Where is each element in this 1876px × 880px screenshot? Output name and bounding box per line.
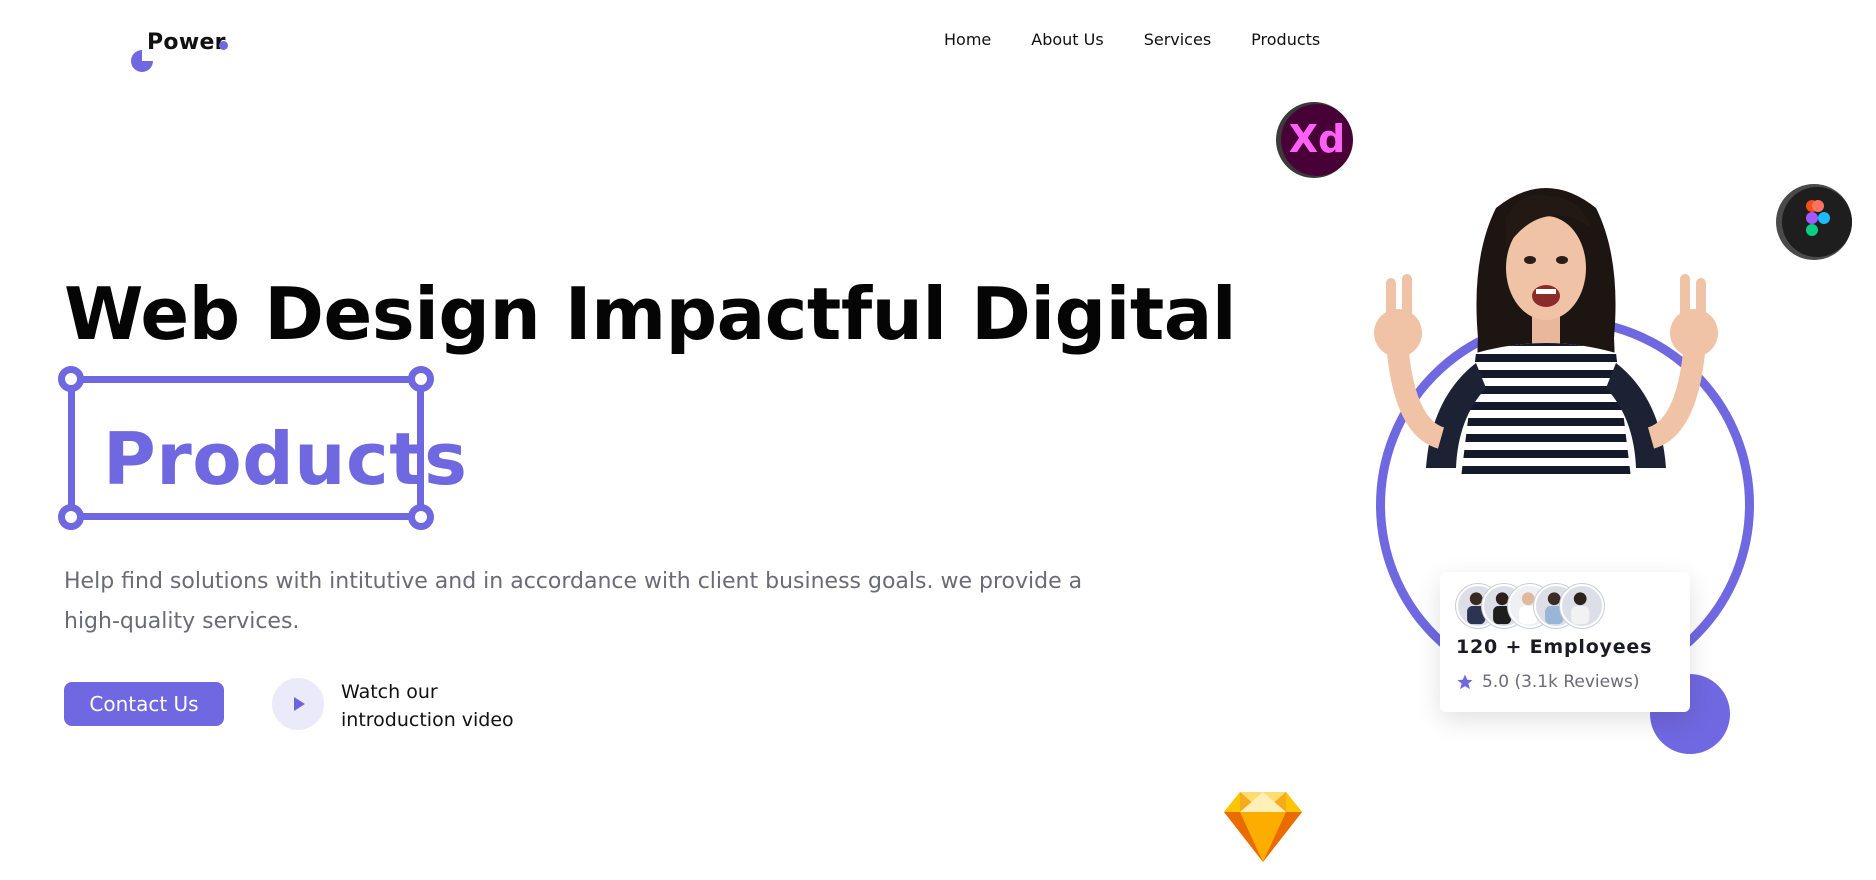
- frame-handle: [58, 366, 84, 392]
- nav-products[interactable]: Products: [1251, 30, 1320, 49]
- highlight-word: Products: [103, 417, 468, 501]
- nav-home[interactable]: Home: [944, 30, 991, 49]
- sketch-icon: [1224, 792, 1302, 862]
- adobe-xd-icon: Xd: [1276, 102, 1353, 178]
- avatar: [1560, 584, 1604, 628]
- highlight-frame: Products: [58, 366, 467, 530]
- nav-about-us[interactable]: About Us: [1031, 30, 1103, 49]
- frame-handle: [408, 366, 434, 392]
- svg-text:Xd: Xd: [1289, 117, 1346, 161]
- hero-description: Help find solutions with intitutive and …: [64, 569, 1083, 634]
- main-nav: Home About Us Services Products: [944, 30, 1360, 49]
- logo-dot: [219, 41, 228, 50]
- watch-line-1: Watch our: [341, 681, 438, 703]
- employees-count: 120 + Employees: [1456, 636, 1653, 658]
- watch-video-link[interactable]: Watch our introduction video: [341, 678, 514, 734]
- frame-handle: [58, 504, 84, 530]
- brand-name: Power: [147, 30, 226, 55]
- play-icon: [294, 697, 305, 711]
- woman-photo: [1374, 188, 1718, 478]
- watch-line-2: introduction video: [341, 709, 514, 731]
- frame-handle: [408, 504, 434, 530]
- employees-card: 120 + Employees 5.0 (3.1k Reviews): [1440, 572, 1690, 712]
- rating-text: 5.0 (3.1k Reviews): [1482, 672, 1640, 692]
- contact-us-button[interactable]: Contact Us: [64, 682, 224, 726]
- star-icon: [1457, 674, 1473, 690]
- avatar-group: [1456, 584, 1606, 628]
- logo[interactable]: Power: [131, 28, 241, 72]
- nav-services[interactable]: Services: [1144, 30, 1211, 49]
- rating: 5.0 (3.1k Reviews): [1456, 672, 1640, 692]
- hero-headline: Web Design Impactful Digital: [64, 272, 1237, 356]
- figma-icon: [1776, 184, 1852, 260]
- play-video-button[interactable]: [272, 678, 324, 730]
